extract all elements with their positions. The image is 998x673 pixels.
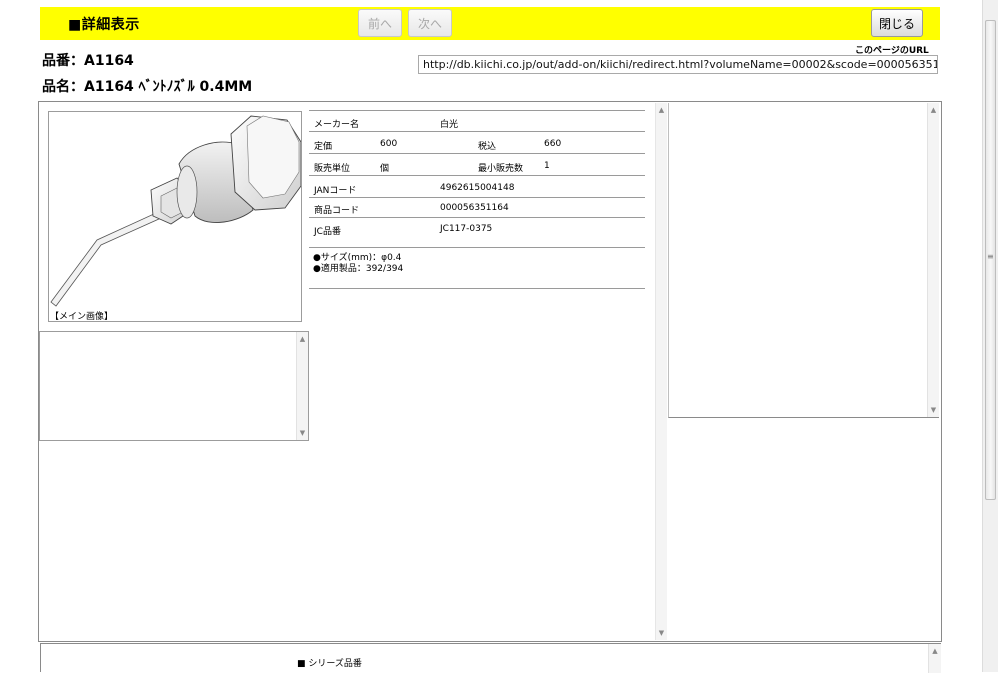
spec-notes-divider — [309, 288, 645, 289]
spec-value: 660 — [544, 139, 562, 149]
next-button[interactable]: 次へ — [408, 9, 452, 37]
close-button[interactable]: 閉じる — [871, 9, 923, 37]
spec-value: 1 — [544, 161, 550, 171]
spec-value: 000056351164 — [440, 203, 509, 213]
product-image — [50, 115, 302, 307]
spec-label: 販売単位 — [314, 164, 351, 174]
page-url-field[interactable] — [418, 55, 938, 74]
spec-label: 商品コード — [314, 206, 360, 216]
series-scrollbar[interactable]: ▲ — [928, 644, 941, 673]
spec-value: 個 — [380, 164, 390, 174]
product-name: 品名：A1164 ﾍﾞﾝﾄﾉｽﾞﾙ 0.4MM — [42, 79, 253, 95]
page-title: ■詳細表示 — [68, 17, 140, 33]
spec-value: 白光 — [440, 120, 459, 130]
spec-label: 定価 — [314, 142, 333, 152]
sub-image-scrollbar[interactable]: ▲ ▼ — [296, 332, 308, 440]
page-scrollbar[interactable]: ≡ — [982, 0, 998, 672]
image-caption: 【メイン画像】 — [50, 312, 114, 322]
sub-image-list[interactable]: ▲ ▼ — [39, 331, 309, 441]
series-panel: ■ シリーズ品番 ▲ — [40, 643, 941, 673]
spec-row-maker: メーカー名 白光 — [309, 111, 645, 132]
spec-notes: ●サイズ(mm)：φ0.4 ●適用製品：392/394 — [313, 253, 403, 275]
spec-label: 最小販売数 — [478, 164, 524, 174]
spec-label: JANコード — [314, 186, 357, 196]
scroll-up-icon[interactable]: ▲ — [297, 334, 308, 344]
series-item-label: ■ シリーズ品番 — [297, 659, 362, 669]
spec-row-item-code: 商品コード 000056351164 — [309, 197, 645, 218]
scroll-up-icon[interactable]: ▲ — [656, 105, 667, 115]
spec-label: 税込 — [478, 142, 497, 152]
detail-scrollbar[interactable]: ▲ ▼ — [655, 103, 667, 640]
scroll-up-icon[interactable]: ▲ — [929, 646, 941, 656]
scroll-down-icon[interactable]: ▼ — [297, 428, 308, 438]
spec-row-jan: JANコード 4962615004148 — [309, 177, 645, 198]
spec-row-price: 定価 600 税込 660 — [309, 133, 645, 154]
spec-value: JC117-0375 — [440, 224, 493, 234]
related-scrollbar[interactable]: ▲ ▼ — [927, 103, 939, 417]
scroll-down-icon[interactable]: ▼ — [656, 628, 667, 638]
spec-value: 600 — [380, 139, 398, 149]
scroll-up-icon[interactable]: ▲ — [928, 105, 939, 115]
grip-icon: ≡ — [987, 252, 994, 261]
header-bar: ■詳細表示 前へ 次へ 閉じる — [40, 7, 940, 40]
note-line: ●サイズ(mm)：φ0.4 — [313, 253, 402, 263]
spec-row-jc: JC品番 JC117-0375 — [309, 218, 645, 248]
scroll-down-icon[interactable]: ▼ — [928, 405, 939, 415]
spec-row-unit: 販売単位 個 最小販売数 1 — [309, 155, 645, 176]
main-image-frame: 【メイン画像】 — [48, 111, 302, 322]
related-items-area[interactable]: ▲ ▼ — [668, 103, 939, 418]
note-line: ●適用製品：392/394 — [313, 264, 404, 274]
prev-button[interactable]: 前へ — [358, 9, 402, 37]
series-label-text: シリーズ品番 — [308, 659, 362, 669]
spec-label: JC品番 — [314, 227, 341, 237]
spec-value: 4962615004148 — [440, 183, 515, 193]
spec-label: メーカー名 — [314, 120, 360, 130]
product-code: 品番：A1164 — [42, 53, 134, 69]
